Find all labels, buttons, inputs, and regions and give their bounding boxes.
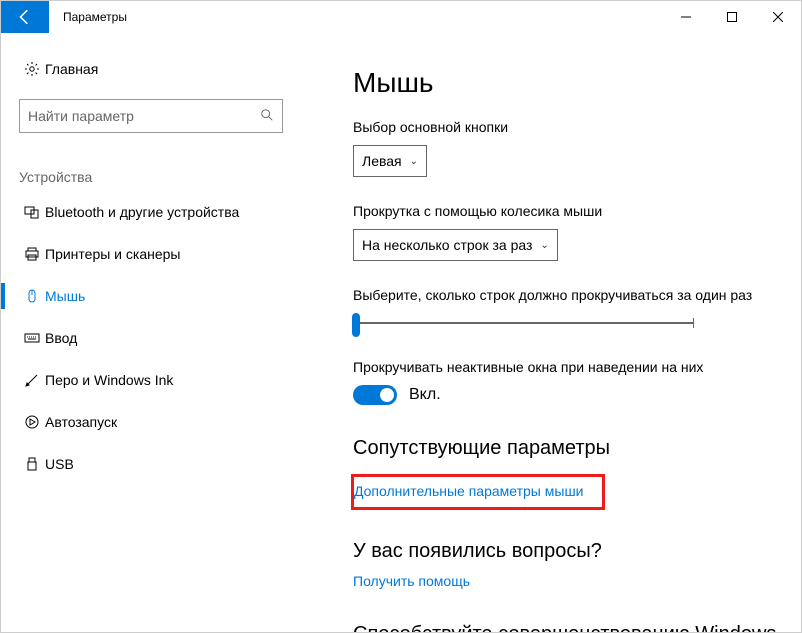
scroll-select[interactable]: На несколько строк за раз ⌄	[353, 229, 558, 261]
sidebar-item-typing[interactable]: Ввод	[1, 317, 301, 359]
sidebar-item-mouse[interactable]: Мышь	[1, 275, 301, 317]
select-value: На несколько строк за раз	[362, 237, 532, 253]
sidebar-item-label: USB	[45, 456, 74, 472]
chevron-down-icon: ⌄	[410, 156, 418, 167]
page-title: Мышь	[353, 67, 781, 99]
sidebar-item-pen[interactable]: Перо и Windows Ink	[1, 359, 301, 401]
autoplay-icon	[19, 414, 45, 430]
primary-button-label: Выбор основной кнопки	[353, 119, 781, 135]
slider-thumb[interactable]	[352, 313, 360, 337]
keyboard-icon	[19, 330, 45, 346]
help-heading: У вас появились вопросы?	[353, 540, 781, 563]
mouse-icon	[19, 288, 45, 304]
sidebar-item-label: Перо и Windows Ink	[45, 372, 173, 388]
devices-icon	[19, 204, 45, 220]
section-heading: Устройства	[1, 141, 301, 191]
minimize-button[interactable]	[663, 1, 709, 33]
lines-slider[interactable]	[353, 313, 693, 333]
lines-label: Выберите, сколько строк должно прокручив…	[353, 287, 781, 303]
related-heading: Сопутствующие параметры	[353, 437, 781, 460]
sidebar-item-printers[interactable]: Принтеры и сканеры	[1, 233, 301, 275]
sidebar-item-bluetooth[interactable]: Bluetooth и другие устройства	[1, 191, 301, 233]
sidebar-item-label: Автозапуск	[45, 414, 117, 430]
sidebar-item-usb[interactable]: USB	[1, 443, 301, 485]
highlighted-region: Дополнительные параметры мыши	[351, 474, 605, 510]
select-value: Левая	[362, 153, 402, 169]
slider-tick	[693, 318, 694, 328]
sidebar-item-label: Принтеры и сканеры	[45, 246, 180, 262]
sidebar-item-label: Bluetooth и другие устройства	[45, 204, 239, 220]
search-input[interactable]: Найти параметр	[19, 99, 283, 133]
inactive-windows-label: Прокручивать неактивные окна при наведен…	[353, 359, 781, 375]
home-nav[interactable]: Главная	[1, 53, 301, 85]
additional-mouse-options-link[interactable]: Дополнительные параметры мыши	[354, 483, 584, 499]
gear-icon	[19, 61, 45, 77]
scroll-label: Прокрутка с помощью колесика мыши	[353, 203, 781, 219]
primary-button-select[interactable]: Левая ⌄	[353, 145, 427, 177]
feedback-heading: Способствуйте совершенствованию Windows	[353, 623, 781, 632]
sidebar-item-autoplay[interactable]: Автозапуск	[1, 401, 301, 443]
close-button[interactable]	[755, 1, 801, 33]
search-placeholder: Найти параметр	[28, 108, 134, 124]
toggle-state-label: Вкл.	[409, 386, 441, 404]
pen-icon	[19, 372, 45, 388]
sidebar-item-label: Мышь	[45, 288, 85, 304]
maximize-button[interactable]	[709, 1, 755, 33]
chevron-down-icon: ⌄	[540, 240, 548, 251]
back-button[interactable]	[1, 1, 49, 33]
usb-icon	[19, 456, 45, 472]
sidebar-item-label: Ввод	[45, 330, 77, 346]
inactive-windows-toggle[interactable]	[353, 385, 397, 405]
slider-track	[353, 322, 693, 324]
get-help-link[interactable]: Получить помощь	[353, 573, 470, 589]
window-title: Параметры	[49, 1, 663, 33]
home-label: Главная	[45, 61, 98, 77]
search-icon	[260, 108, 274, 125]
printer-icon	[19, 246, 45, 262]
